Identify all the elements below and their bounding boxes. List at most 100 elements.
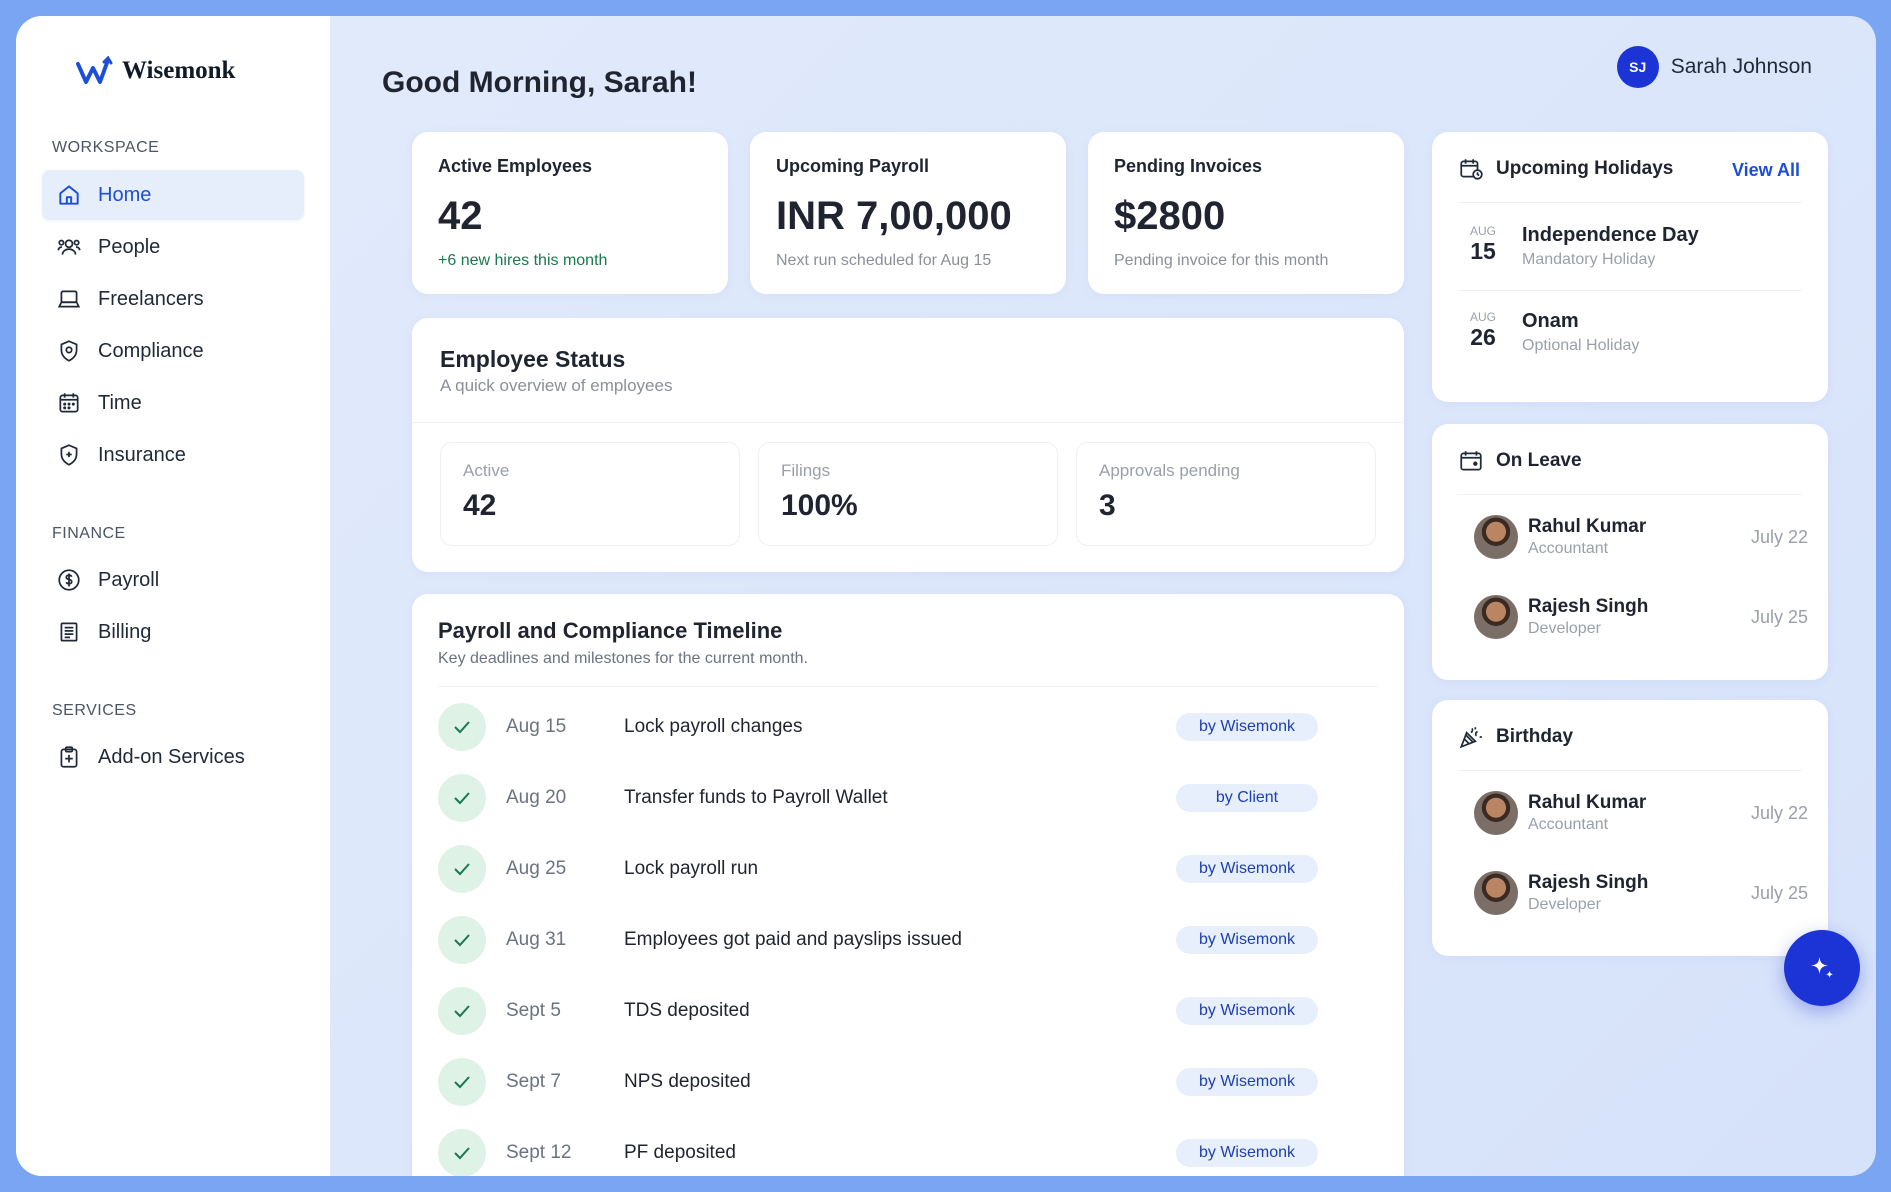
card-title: Birthday	[1496, 726, 1574, 747]
birthday-date: July 22	[1750, 802, 1808, 823]
timeline-text: PF deposited	[624, 1142, 736, 1163]
person-name: Rajesh Singh	[1528, 872, 1649, 893]
person-role: Accountant	[1528, 816, 1609, 833]
divider	[1458, 202, 1802, 203]
sidebar-item-label: Home	[98, 183, 152, 206]
timeline-text: NPS deposited	[624, 1071, 751, 1092]
timeline-date: Aug 15	[506, 716, 567, 737]
stat-title: Pending Invoices	[1114, 156, 1263, 176]
timeline-row[interactable]: Sept 12 PF deposited by Wisemonk	[438, 1128, 1378, 1176]
timeline-text: Transfer funds to Payroll Wallet	[624, 787, 888, 808]
owner-badge[interactable]: by Client	[1176, 784, 1318, 812]
timeline-row[interactable]: Aug 31 Employees got paid and payslips i…	[438, 915, 1378, 965]
sidebar-item-home[interactable]: Home	[42, 170, 304, 220]
avatar	[1474, 791, 1518, 835]
stat-card-upcoming-payroll[interactable]: Upcoming Payroll INR 7,00,000 Next run s…	[750, 132, 1066, 294]
sidebar-item-label: Payroll	[98, 568, 160, 591]
check-icon	[438, 845, 486, 893]
sidebar-item-label: Freelancers	[98, 287, 204, 310]
holiday-item[interactable]: AUG 15 Independence Day Mandatory Holida…	[1468, 224, 1699, 269]
sidebar: Wisemonk WORKSPACE Home People Freelance…	[16, 16, 330, 1176]
card-title: Payroll and Compliance Timeline	[438, 618, 783, 643]
upcoming-holidays-card: Upcoming Holidays View All AUG 15 Indepe…	[1432, 132, 1828, 402]
stat-value: $2800	[1114, 194, 1226, 238]
party-popper-icon	[1459, 727, 1482, 749]
sidebar-item-billing[interactable]: Billing	[42, 607, 304, 657]
timeline-date: Sept 7	[506, 1071, 561, 1092]
leave-person-item[interactable]: Rahul Kumar Accountant July 22	[1474, 512, 1808, 562]
calendar-icon	[1460, 451, 1482, 471]
holiday-type: Optional Holiday	[1522, 337, 1640, 354]
person-role: Developer	[1528, 620, 1601, 637]
brand-logo[interactable]: Wisemonk	[76, 56, 235, 86]
owner-badge[interactable]: by Wisemonk	[1176, 1068, 1318, 1096]
metric-label: Approvals pending	[1099, 461, 1240, 480]
on-leave-card: On Leave Rahul Kumar Accountant July 22 …	[1432, 424, 1828, 680]
ai-assistant-button[interactable]	[1784, 930, 1860, 1006]
metric-filings[interactable]: Filings 100%	[758, 442, 1058, 546]
timeline-row[interactable]: Aug 15 Lock payroll changes by Wisemonk	[438, 702, 1378, 752]
stat-card-active-employees[interactable]: Active Employees 42 +6 new hires this mo…	[412, 132, 728, 294]
timeline-row[interactable]: Aug 20 Transfer funds to Payroll Wallet …	[438, 773, 1378, 823]
calendar-clock-icon	[1460, 159, 1483, 180]
metric-value: 3	[1099, 489, 1116, 522]
owner-badge[interactable]: by Wisemonk	[1176, 713, 1318, 741]
timeline-row[interactable]: Sept 5 TDS deposited by Wisemonk	[438, 986, 1378, 1036]
card-title: Employee Status	[440, 346, 626, 372]
stat-value: 42	[438, 194, 483, 238]
sidebar-item-add-on-services[interactable]: Add-on Services	[42, 732, 304, 782]
holiday-name: Onam	[1522, 310, 1579, 332]
timeline-text: Employees got paid and payslips issued	[624, 929, 962, 950]
timeline-row[interactable]: Sept 7 NPS deposited by Wisemonk	[438, 1057, 1378, 1107]
metric-approvals-pending[interactable]: Approvals pending 3	[1076, 442, 1376, 546]
card-header: On Leave	[1458, 448, 1582, 474]
view-all-link[interactable]: View All	[1732, 160, 1800, 181]
card-header: Birthday	[1458, 724, 1573, 750]
sidebar-item-compliance[interactable]: Compliance	[42, 326, 304, 376]
holiday-item[interactable]: AUG 26 Onam Optional Holiday	[1468, 310, 1639, 355]
owner-badge[interactable]: by Wisemonk	[1176, 1139, 1318, 1167]
wisemonk-logo-icon	[76, 56, 113, 84]
owner-badge[interactable]: by Wisemonk	[1176, 926, 1318, 954]
stat-subtext: Next run scheduled for Aug 15	[776, 252, 992, 269]
owner-badge[interactable]: by Wisemonk	[1176, 997, 1318, 1025]
sidebar-item-label: Compliance	[98, 339, 204, 362]
sidebar-item-insurance[interactable]: Insurance	[42, 430, 304, 480]
user-menu[interactable]: SJ Sarah Johnson	[1616, 46, 1812, 88]
owner-badge[interactable]: by Wisemonk	[1176, 855, 1318, 883]
card-header: Upcoming Holidays	[1458, 156, 1673, 182]
card-subtitle: Key deadlines and milestones for the cur…	[438, 650, 808, 667]
sidebar-item-freelancers[interactable]: Freelancers	[42, 274, 304, 324]
divider	[1458, 290, 1802, 291]
timeline-row[interactable]: Aug 25 Lock payroll run by Wisemonk	[438, 844, 1378, 894]
sidebar-item-label: Time	[98, 391, 142, 414]
avatar: SJ	[1616, 46, 1659, 88]
stat-value: INR 7,00,000	[776, 194, 1012, 238]
holiday-name: Independence Day	[1522, 224, 1699, 246]
timeline-text: Lock payroll changes	[624, 716, 803, 737]
metric-active[interactable]: Active 42	[440, 442, 740, 546]
stat-title: Active Employees	[438, 156, 593, 176]
birthday-person-item[interactable]: Rajesh Singh Developer July 25	[1474, 868, 1808, 918]
divider	[438, 686, 1378, 687]
avatar	[1474, 515, 1518, 559]
check-icon	[438, 1129, 486, 1176]
sidebar-item-people[interactable]: People	[42, 222, 304, 272]
shield-plus-icon	[60, 444, 78, 466]
sidebar-item-label: Insurance	[98, 443, 186, 466]
sidebar-item-label: People	[98, 235, 161, 258]
sidebar-item-payroll[interactable]: Payroll	[42, 555, 304, 605]
stat-card-pending-invoices[interactable]: Pending Invoices $2800 Pending invoice f…	[1088, 132, 1404, 294]
holiday-day: 26	[1470, 324, 1496, 350]
birthday-person-item[interactable]: Rahul Kumar Accountant July 22	[1474, 788, 1808, 838]
person-role: Developer	[1528, 896, 1601, 913]
sidebar-item-time[interactable]: Time	[42, 378, 304, 428]
card-title: On Leave	[1496, 450, 1582, 471]
leave-person-item[interactable]: Rajesh Singh Developer July 25	[1474, 592, 1808, 642]
check-icon	[438, 987, 486, 1035]
leave-date: July 25	[1750, 606, 1808, 627]
person-role: Accountant	[1528, 540, 1609, 557]
holiday-month: AUG	[1469, 310, 1496, 324]
clipboard-plus-icon	[60, 746, 78, 768]
leave-date: July 22	[1750, 526, 1808, 547]
